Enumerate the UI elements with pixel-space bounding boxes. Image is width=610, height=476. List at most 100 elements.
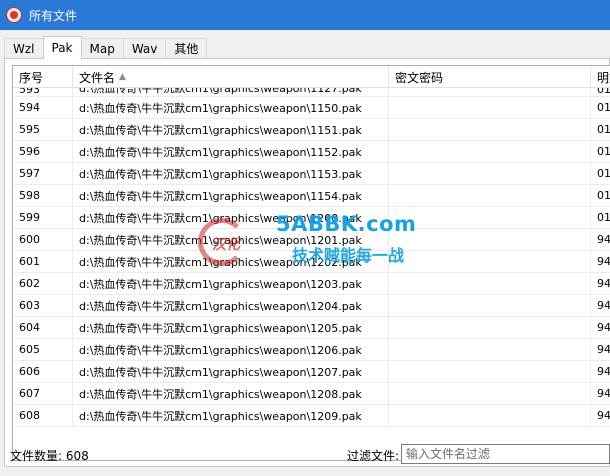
- row-cipher: [389, 97, 591, 118]
- row-filename: d:\热血传奇\牛牛沉默cm1\graphics\weapon\1204.pak: [73, 295, 389, 316]
- tab-map[interactable]: Map: [80, 38, 124, 58]
- row-plain: 01: [597, 211, 610, 224]
- table-header: 序号 文件名▲ 密文密码 明文: [13, 66, 610, 88]
- row-filename: d:\热血传奇\牛牛沉默cm1\graphics\weapon\1203.pak: [73, 273, 389, 294]
- column-label: 文件名: [79, 70, 116, 85]
- row-cipher: [389, 251, 591, 272]
- row-index: 607: [13, 383, 73, 404]
- row-cipher: [389, 317, 591, 338]
- row-plain: 948: [597, 365, 610, 378]
- row-cipher: [389, 88, 591, 96]
- row-plain: 01: [597, 123, 610, 136]
- row-filename: d:\热血传奇\牛牛沉默cm1\graphics\weapon\1127.pak: [73, 88, 389, 96]
- row-filename: d:\热血传奇\牛牛沉默cm1\graphics\weapon\1207.pak: [73, 361, 389, 382]
- row-cipher: [389, 295, 591, 316]
- row-cipher: [389, 383, 591, 404]
- column-label: 密文密码: [395, 70, 444, 85]
- table-row[interactable]: 597 d:\热血传奇\牛牛沉默cm1\graphics\weapon\1153.…: [13, 163, 610, 185]
- window-title: 所有文件: [29, 8, 78, 23]
- row-cipher: [389, 141, 591, 162]
- row-index: 601: [13, 251, 73, 272]
- row-filename: d:\热血传奇\牛牛沉默cm1\graphics\weapon\1154.pak: [73, 185, 389, 206]
- column-header-filename[interactable]: 文件名 ▲: [73, 66, 389, 88]
- row-index: 596: [13, 141, 73, 162]
- row-filename: d:\热血传奇\牛牛沉默cm1\graphics\weapon\1201.pak: [73, 229, 389, 250]
- row-index: 599: [13, 207, 73, 228]
- row-plain: 948: [597, 299, 610, 312]
- table-row[interactable]: 608 d:\热血传奇\牛牛沉默cm1\graphics\weapon\1209.…: [13, 405, 610, 427]
- column-header-cipher[interactable]: 密文密码: [389, 66, 591, 88]
- row-filename: d:\热血传奇\牛牛沉默cm1\graphics\weapon\1202.pak: [73, 251, 389, 272]
- row-cipher: [389, 273, 591, 294]
- row-cipher: [389, 361, 591, 382]
- table-row[interactable]: 604 d:\热血传奇\牛牛沉默cm1\graphics\weapon\1205.…: [13, 317, 610, 339]
- table-row[interactable]: 602 d:\热血传奇\牛牛沉默cm1\graphics\weapon\1203.…: [13, 273, 610, 295]
- row-plain: 948: [597, 321, 610, 334]
- row-index: 597: [13, 163, 73, 184]
- table-row[interactable]: 600 d:\热血传奇\牛牛沉默cm1\graphics\weapon\1201.…: [13, 229, 610, 251]
- tab-other[interactable]: 其他: [165, 38, 208, 58]
- sort-up-icon: ▲: [119, 72, 126, 82]
- table-row[interactable]: 605 d:\热血传奇\牛牛沉默cm1\graphics\weapon\1206.…: [13, 339, 610, 361]
- row-filename: d:\热血传奇\牛牛沉默cm1\graphics\weapon\1208.pak: [73, 383, 389, 404]
- row-filename: d:\热血传奇\牛牛沉默cm1\graphics\weapon\1150.pak: [73, 97, 389, 118]
- row-filename: d:\热血传奇\牛牛沉默cm1\graphics\weapon\1209.pak: [73, 405, 389, 426]
- file-table: 序号 文件名▲ 密文密码 明文 593d:\热血传奇\牛牛沉默cm1\graph…: [12, 65, 610, 461]
- row-index: 594: [13, 97, 73, 118]
- row-plain: 01: [597, 101, 610, 114]
- row-plain: 948: [597, 409, 610, 422]
- tab-wav[interactable]: Wav: [122, 38, 167, 58]
- row-plain: 01: [597, 167, 610, 180]
- row-index: 600: [13, 229, 73, 250]
- column-label: 序号: [19, 70, 44, 85]
- tab-pak[interactable]: Pak: [42, 36, 82, 59]
- app-icon: [6, 7, 22, 23]
- row-filename: d:\热血传奇\牛牛沉默cm1\graphics\weapon\1151.pak: [73, 119, 389, 140]
- table-row[interactable]: 606 d:\热血传奇\牛牛沉默cm1\graphics\weapon\1207.…: [13, 361, 610, 383]
- table-row[interactable]: 594 d:\热血传奇\牛牛沉默cm1\graphics\weapon\1150.…: [13, 97, 610, 119]
- table-row[interactable]: 596 d:\热血传奇\牛牛沉默cm1\graphics\weapon\1152.…: [13, 141, 610, 163]
- table-row[interactable]: 595 d:\热血传奇\牛牛沉默cm1\graphics\weapon\1151.…: [13, 119, 610, 141]
- title-bar: 所有文件: [0, 0, 610, 30]
- table-body: 593 d:\热血传奇\牛牛沉默cm1\graphics\weapon\1127.…: [13, 88, 610, 427]
- row-plain: 948: [597, 255, 610, 268]
- row-cipher: [389, 119, 591, 140]
- row-plain: 948: [597, 387, 610, 400]
- row-index: 608: [13, 405, 73, 426]
- row-filename: d:\热血传奇\牛牛沉默cm1\graphics\weapon\1206.pak: [73, 339, 389, 360]
- column-header-plain[interactable]: 明文: [591, 66, 610, 88]
- row-cipher: [389, 405, 591, 426]
- row-index: 606: [13, 361, 73, 382]
- row-index: 604: [13, 317, 73, 338]
- row-index: 603: [13, 295, 73, 316]
- table-row[interactable]: 599 d:\热血传奇\牛牛沉默cm1\graphics\weapon\1200.…: [13, 207, 610, 229]
- table-row[interactable]: 607 d:\热血传奇\牛牛沉默cm1\graphics\weapon\1208.…: [13, 383, 610, 405]
- tab-panel: 序号 文件名▲ 密文密码 明文 593d:\热血传奇\牛牛沉默cm1\graph…: [4, 58, 610, 467]
- row-index: 593: [13, 88, 73, 96]
- filter-label: 过滤文件:: [347, 449, 400, 463]
- row-plain: 948: [597, 343, 610, 356]
- row-cipher: [389, 207, 591, 228]
- row-index: 595: [13, 119, 73, 140]
- table-row[interactable]: 601 d:\热血传奇\牛牛沉默cm1\graphics\weapon\1202.…: [13, 251, 610, 273]
- row-cipher: [389, 229, 591, 250]
- row-filename: d:\热血传奇\牛牛沉默cm1\graphics\weapon\1152.pak: [73, 141, 389, 162]
- table-row[interactable]: 603 d:\热血传奇\牛牛沉默cm1\graphics\weapon\1204.…: [13, 295, 610, 317]
- row-plain: 948: [597, 233, 610, 246]
- row-cipher: [389, 163, 591, 184]
- row-plain: 01: [597, 189, 610, 202]
- row-cipher: [389, 185, 591, 206]
- column-header-index[interactable]: 序号: [13, 66, 73, 88]
- table-row[interactable]: 598 d:\热血传奇\牛牛沉默cm1\graphics\weapon\1154.…: [13, 185, 610, 207]
- tab-wzl[interactable]: Wzl: [4, 38, 44, 58]
- row-filename: d:\热血传奇\牛牛沉默cm1\graphics\weapon\1205.pak: [73, 317, 389, 338]
- filter-input[interactable]: [401, 444, 610, 464]
- table-row[interactable]: 593 d:\热血传奇\牛牛沉默cm1\graphics\weapon\1127.…: [13, 88, 610, 97]
- tab-bar: Wzl Pak Map Wav 其他: [4, 36, 208, 59]
- row-filename: d:\热血传奇\牛牛沉默cm1\graphics\weapon\1200.pak: [73, 207, 389, 228]
- row-filename: d:\热血传奇\牛牛沉默cm1\graphics\weapon\1153.pak: [73, 163, 389, 184]
- row-plain: 948: [597, 277, 610, 290]
- row-index: 598: [13, 185, 73, 206]
- row-index: 605: [13, 339, 73, 360]
- file-count: 文件数量: 608: [10, 449, 89, 463]
